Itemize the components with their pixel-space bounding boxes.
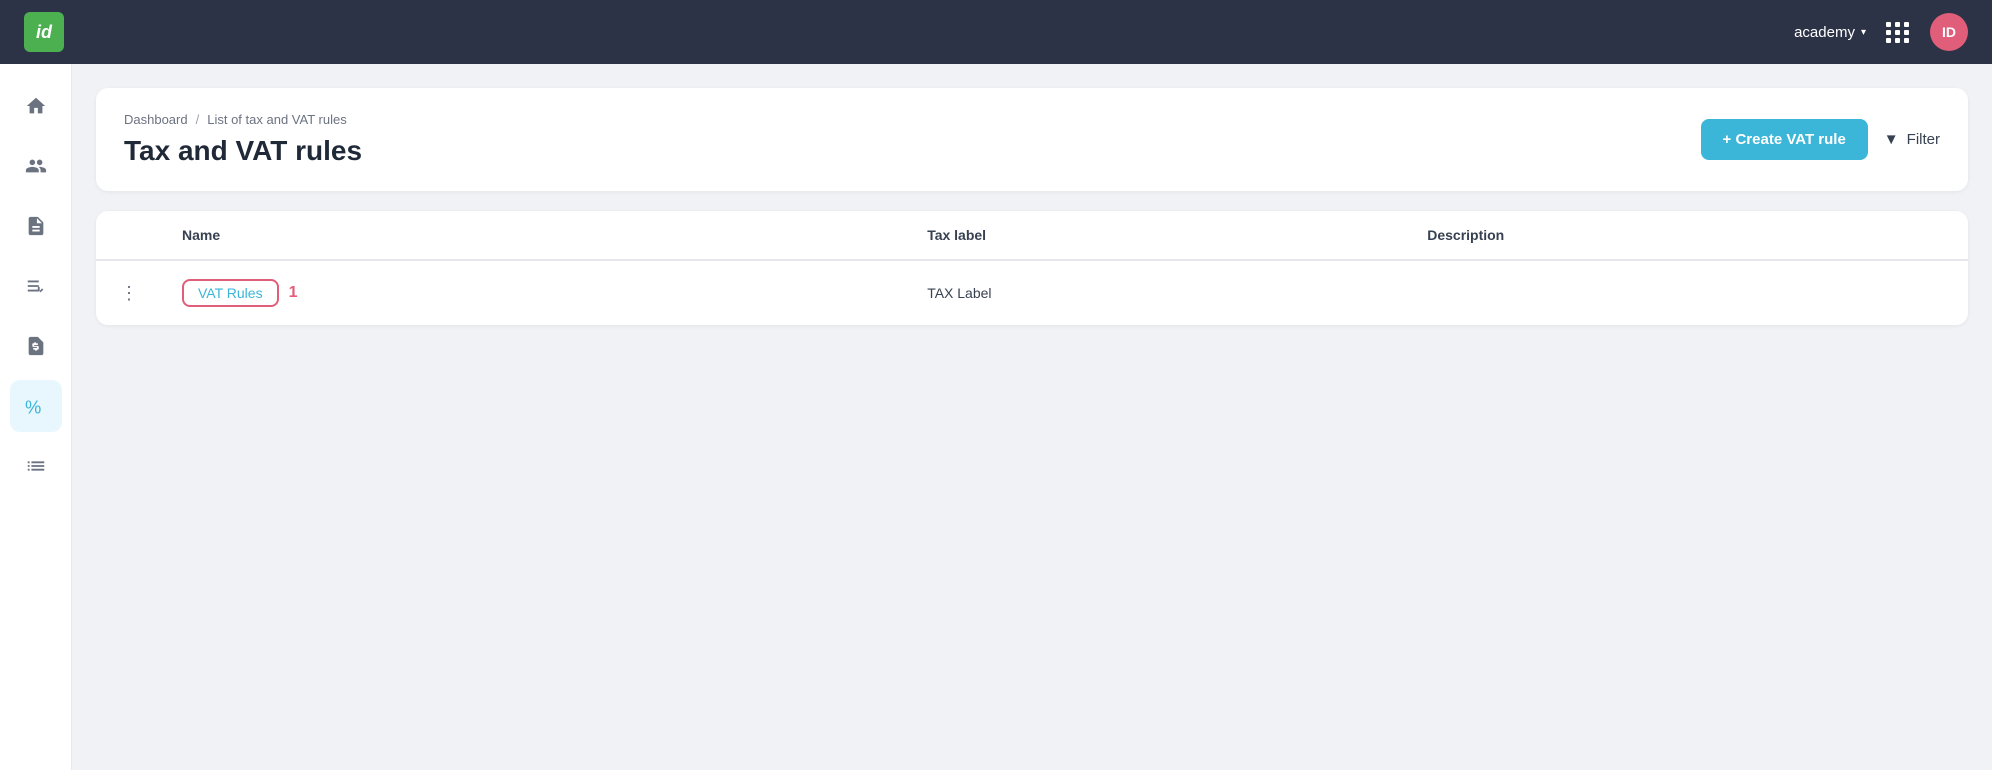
filter-label: Filter [1907, 131, 1940, 148]
main-content: Dashboard / List of tax and VAT rules Ta… [72, 64, 1992, 770]
col-actions [96, 211, 162, 260]
tax-label-value: TAX Label [927, 285, 991, 301]
create-vat-rule-button[interactable]: + Create VAT rule [1701, 119, 1868, 160]
tax-icon: % [25, 395, 47, 417]
reports-icon [25, 455, 47, 477]
table-header-row: Name Tax label Description [96, 211, 1968, 260]
name-cell-container: VAT Rules 1 [182, 279, 887, 307]
avatar[interactable]: ID [1930, 13, 1968, 51]
sidebar-item-invoices[interactable] [10, 200, 62, 252]
row-name-cell: VAT Rules 1 [162, 260, 907, 325]
navbar-right: academy ▾ ID [1794, 13, 1968, 51]
logo-text: id [36, 22, 52, 43]
sidebar-item-billing[interactable] [10, 320, 62, 372]
row-description-cell [1407, 260, 1968, 325]
apps-grid-icon[interactable] [1886, 22, 1910, 43]
filter-button[interactable]: ▼ Filter [1884, 131, 1940, 148]
col-description: Description [1407, 211, 1968, 260]
users-icon [25, 155, 47, 177]
vat-rules-table: Name Tax label Description ⋮ [96, 211, 1968, 325]
svg-text:%: % [25, 396, 41, 417]
breadcrumb-current: List of tax and VAT rules [207, 112, 346, 127]
breadcrumb-home[interactable]: Dashboard [124, 112, 188, 127]
row-menu-cell: ⋮ [96, 260, 162, 325]
navbar: id academy ▾ ID [0, 0, 1992, 64]
filter-icon: ▼ [1884, 131, 1899, 148]
page-header-card: Dashboard / List of tax and VAT rules Ta… [96, 88, 1968, 191]
sidebar-item-reports[interactable] [10, 440, 62, 492]
academy-label: academy [1794, 24, 1855, 41]
layout: % Dashboard / List of tax and VAT rules … [0, 64, 1992, 770]
row-menu-button[interactable]: ⋮ [116, 280, 142, 306]
invoices-icon [25, 215, 47, 237]
academy-button[interactable]: academy ▾ [1794, 24, 1866, 41]
col-tax-label: Tax label [907, 211, 1407, 260]
header-right: + Create VAT rule ▼ Filter [1701, 119, 1940, 160]
notes-icon [25, 275, 47, 297]
sidebar-item-notes[interactable] [10, 260, 62, 312]
sidebar-item-tax[interactable]: % [10, 380, 62, 432]
row-number: 1 [289, 284, 298, 302]
sidebar-item-home[interactable] [10, 80, 62, 132]
page-title: Tax and VAT rules [124, 135, 362, 167]
chevron-down-icon: ▾ [1861, 27, 1866, 38]
breadcrumb-separator: / [196, 112, 200, 127]
table-card: Name Tax label Description ⋮ [96, 211, 1968, 325]
sidebar-item-users[interactable] [10, 140, 62, 192]
col-name: Name [162, 211, 907, 260]
table-row: ⋮ VAT Rules 1 TAX Label [96, 260, 1968, 325]
breadcrumb: Dashboard / List of tax and VAT rules [124, 112, 362, 127]
sidebar: % [0, 64, 72, 770]
header-left: Dashboard / List of tax and VAT rules Ta… [124, 112, 362, 167]
logo[interactable]: id [24, 12, 64, 52]
row-tax-label-cell: TAX Label [907, 260, 1407, 325]
home-icon [25, 95, 47, 117]
navbar-left: id [24, 12, 64, 52]
avatar-text: ID [1942, 24, 1956, 40]
vat-rules-link[interactable]: VAT Rules [182, 279, 279, 307]
billing-icon [25, 335, 47, 357]
